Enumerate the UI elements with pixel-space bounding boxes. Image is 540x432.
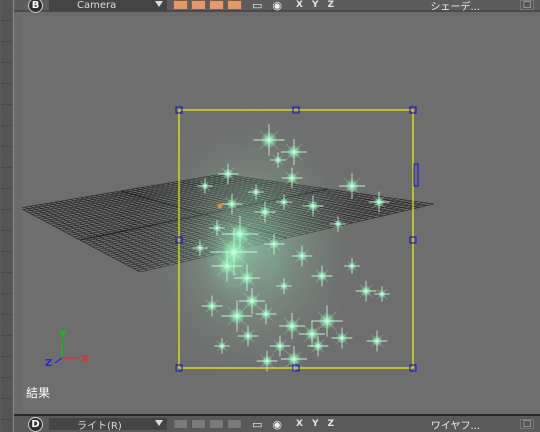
chevron-down-icon	[155, 420, 163, 426]
axis-z-label: Z	[45, 358, 52, 369]
axis-buttons: X Y Z	[296, 0, 335, 10]
view-button-1[interactable]	[173, 0, 188, 10]
light-select-value: ライト(R)	[77, 420, 122, 432]
axis-z-button[interactable]: Z	[328, 0, 336, 10]
view-button-3[interactable]	[209, 419, 224, 429]
view-button-3[interactable]	[209, 0, 224, 10]
left-panel-strip	[0, 0, 14, 432]
3d-viewport[interactable]: Y X Z	[22, 16, 540, 412]
view-button-4[interactable]	[227, 419, 242, 429]
view-button-2[interactable]	[191, 0, 206, 10]
viewport-canvas: Y X Z	[22, 96, 435, 396]
view-button-4[interactable]	[227, 0, 242, 10]
view-buttons	[173, 419, 242, 429]
axis-y-button[interactable]: Y	[312, 0, 320, 10]
maximize-button[interactable]: □	[520, 419, 534, 429]
shading-mode-select[interactable]: ワイヤフ...	[431, 417, 480, 432]
render-camera-icon[interactable]: ▭	[252, 0, 262, 12]
render-camera-icon[interactable]: ▭	[252, 418, 262, 431]
axis-x-label: X	[81, 354, 89, 365]
maximize-button[interactable]: □	[520, 0, 534, 10]
camera-select[interactable]: Camera	[49, 0, 167, 11]
axis-buttons: X Y Z	[296, 419, 335, 429]
axis-z-button[interactable]: Z	[328, 419, 336, 429]
eye-icon[interactable]: ◉	[272, 418, 282, 431]
axis-gizmo: Y X Z	[45, 329, 89, 369]
handle-side[interactable]	[413, 163, 419, 187]
viewport-letter-button[interactable]: D	[28, 416, 43, 432]
axis-x-button[interactable]: X	[296, 0, 304, 10]
axis-y-label: Y	[58, 329, 67, 340]
sparkle	[366, 330, 388, 352]
camera-select-value: Camera	[77, 0, 117, 11]
viewport-letter-button[interactable]: B	[28, 0, 43, 13]
light-select[interactable]: ライト(R)	[49, 418, 167, 432]
view-button-2[interactable]	[191, 419, 206, 429]
shading-mode-select[interactable]: シェーデ...	[430, 0, 480, 13]
sparkle	[374, 286, 390, 302]
view-button-1[interactable]	[173, 419, 188, 429]
axis-y-button[interactable]: Y	[312, 419, 320, 429]
viewport-result-label: 結果	[26, 386, 51, 400]
left-panel-gutter	[1, 0, 12, 432]
view-buttons	[173, 0, 242, 10]
bottom-viewport-toolbar: D ライト(R) ▭ ◉ X Y Z ワイヤフ... □	[14, 414, 540, 432]
eye-icon[interactable]: ◉	[272, 0, 282, 12]
chevron-down-icon	[155, 1, 163, 7]
axis-x-button[interactable]: X	[296, 419, 304, 429]
top-viewport-toolbar: B Camera ▭ ◉ X Y Z シェーデ... □	[14, 0, 540, 13]
origin-marker	[217, 203, 223, 209]
